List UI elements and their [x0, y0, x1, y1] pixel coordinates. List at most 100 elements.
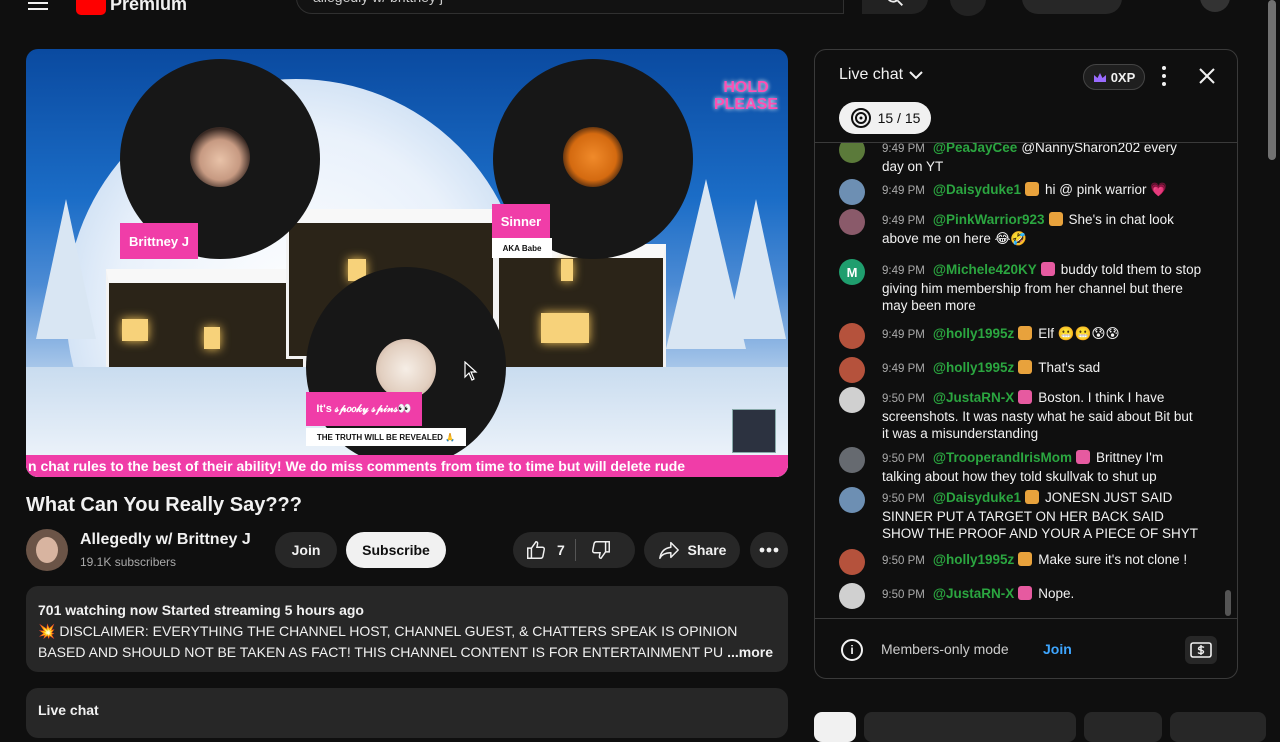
dollar-icon — [1190, 642, 1212, 658]
search-icon — [888, 0, 903, 6]
info-icon[interactable]: i — [841, 639, 863, 661]
chat-author-name[interactable]: @holly1995z — [933, 360, 1014, 375]
chat-author-avatar[interactable] — [839, 549, 865, 575]
share-icon — [658, 541, 679, 559]
live-chat-mode-selector[interactable]: Live chat — [839, 66, 923, 84]
super-chat-button[interactable] — [1185, 636, 1217, 664]
chat-author-name[interactable]: @holly1995z — [933, 326, 1014, 341]
chat-message-body: 9:49 PM @Michele420KY buddy told them to s… — [882, 261, 1202, 314]
notifications-icon[interactable] — [1142, 0, 1164, 8]
channel-avatar[interactable] — [26, 529, 68, 571]
members-join-link[interactable]: Join — [1043, 641, 1072, 657]
like-button[interactable]: 7 — [513, 539, 565, 561]
chat-message-body: 9:50 PM @holly1995z Make sure it's not clo… — [882, 551, 1202, 570]
account-avatar[interactable] — [1200, 0, 1230, 12]
channel-name[interactable]: Allegedly w/ Brittney J — [80, 531, 251, 549]
chat-author-name[interactable]: @holly1995z — [933, 552, 1014, 567]
chat-author-name[interactable]: @JustaRN-X — [933, 390, 1014, 405]
chat-message-body: 9:50 PM @TrooperandIrisMom Brittney I'm ta… — [882, 449, 1202, 485]
hold-please-line1: HOLD — [723, 79, 769, 96]
chat-author-avatar[interactable] — [839, 209, 865, 235]
search-button[interactable] — [862, 0, 928, 14]
related-filter-chip[interactable] — [1084, 712, 1162, 742]
member-badge-icon — [1076, 450, 1091, 464]
chat-author-avatar[interactable] — [839, 387, 865, 413]
related-filter-chip[interactable] — [814, 712, 856, 742]
chat-author-avatar[interactable] — [839, 143, 865, 163]
page-scrollbar[interactable] — [1268, 0, 1276, 160]
chat-more-options-icon[interactable] — [1161, 66, 1167, 86]
chat-author-name[interactable]: @TrooperandIrisMom — [933, 450, 1072, 465]
share-label: Share — [687, 542, 727, 558]
subscribe-button[interactable]: Subscribe — [346, 532, 446, 568]
xp-value: 0XP — [1110, 69, 1136, 85]
guest-face — [563, 127, 623, 187]
chat-author-name[interactable]: @Daisyduke1 — [933, 490, 1021, 505]
host-name-card: Brittney J — [120, 223, 198, 259]
description-line-1: 💥 DISCLAIMER: EVERYTHING THE CHANNEL HOS… — [38, 623, 738, 639]
guest-sub-card: AKA Babe — [492, 238, 552, 258]
member-badge-icon — [1025, 182, 1040, 196]
search-input[interactable]: allegedly w/ brittney j — [296, 0, 844, 14]
create-button[interactable] — [1022, 0, 1122, 14]
chat-scrollbar[interactable] — [1225, 590, 1231, 616]
snowy-tree-left — [36, 199, 96, 339]
more-horizontal-icon — [759, 547, 779, 553]
youtube-logo[interactable]: Premium — [76, 0, 187, 15]
related-filter-chip[interactable] — [1170, 712, 1266, 742]
live-chat-title: Live chat — [839, 66, 904, 83]
chat-author-avatar[interactable]: M — [839, 259, 865, 285]
like-dislike-group: 7 — [513, 532, 635, 568]
description-more-link[interactable]: ...more — [727, 642, 773, 663]
third-name-card: It's 𝓈𝓅𝑜𝑜𝓀𝓎 𝓈𝓅𝒾𝓃𝓈👀 — [306, 392, 422, 426]
xp-badge[interactable]: 0XP — [1083, 64, 1145, 90]
like-count: 7 — [557, 542, 565, 558]
chat-timestamp: 9:49 PM — [882, 265, 925, 277]
chat-message-text: That's sad — [1038, 360, 1101, 375]
menu-icon[interactable] — [28, 0, 48, 10]
chat-messages-list[interactable]: 9:49 PM @PeaJayCee @NannySharon202 every d… — [815, 142, 1237, 618]
chat-author-avatar[interactable] — [839, 357, 865, 383]
voice-search-button[interactable] — [950, 0, 986, 16]
chat-author-name[interactable]: @PinkWarrior923 — [933, 212, 1045, 227]
subscriber-count: 19.1K subscribers — [80, 555, 177, 569]
chat-timestamp: 9:49 PM — [882, 329, 925, 341]
chat-author-avatar[interactable] — [839, 487, 865, 513]
chat-timestamp: 9:49 PM — [882, 363, 925, 375]
member-badge-icon — [1025, 490, 1040, 504]
chat-author-name[interactable]: @PeaJayCee — [933, 143, 1017, 155]
chat-message-text: JONESN JUST SAID SINNER PUT A TARGET ON … — [882, 490, 1199, 541]
live-chat-section[interactable]: Live chat — [26, 688, 788, 738]
youtube-play-icon — [76, 0, 106, 15]
chat-author-name[interactable]: @Michele420KY — [933, 262, 1037, 277]
more-actions-button[interactable] — [750, 532, 788, 568]
chat-author-avatar[interactable] — [839, 447, 865, 473]
thumbs-up-icon — [527, 541, 546, 559]
chat-author-avatar[interactable] — [839, 583, 865, 609]
chat-goal-pill[interactable]: 15 / 15 — [839, 102, 931, 134]
join-button[interactable]: Join — [275, 532, 337, 568]
chat-author-avatar[interactable] — [839, 179, 865, 205]
chat-author-avatar[interactable] — [839, 323, 865, 349]
third-sub-card: THE TRUTH WILL BE REVEALED 🙏 — [306, 428, 466, 446]
close-icon[interactable] — [1197, 66, 1217, 86]
chat-footer: i Members-only mode Join — [815, 618, 1237, 678]
chat-message-body: 9:49 PM @PinkWarrior923 She's in chat look… — [882, 211, 1202, 247]
chat-message-text: @NannySharon202 every day on YT — [882, 142, 1177, 174]
description-box[interactable]: 701 watching now Started streaming 5 hou… — [26, 586, 788, 672]
cabin-window — [204, 327, 220, 349]
target-icon — [850, 108, 871, 128]
chat-author-name[interactable]: @Daisyduke1 — [933, 182, 1021, 197]
dislike-button[interactable] — [576, 539, 612, 561]
chat-author-name[interactable]: @JustaRN-X — [933, 586, 1014, 601]
chat-timestamp: 9:49 PM — [882, 215, 925, 227]
top-bar: Premium allegedly w/ brittney j — [0, 0, 1280, 18]
chat-timestamp: 9:49 PM — [882, 185, 925, 197]
guest-name-card: Sinner — [492, 204, 550, 238]
video-player[interactable]: HOLD PLEASE Brittney J Sinner AKA Babe I… — [26, 49, 788, 477]
cabin-window — [541, 313, 589, 343]
share-button[interactable]: Share — [644, 532, 740, 568]
related-filter-chip[interactable] — [864, 712, 1076, 742]
chat-message-text: Boston. I think I have screenshots. It w… — [882, 390, 1193, 441]
snowy-tree-right-2 — [726, 199, 786, 339]
